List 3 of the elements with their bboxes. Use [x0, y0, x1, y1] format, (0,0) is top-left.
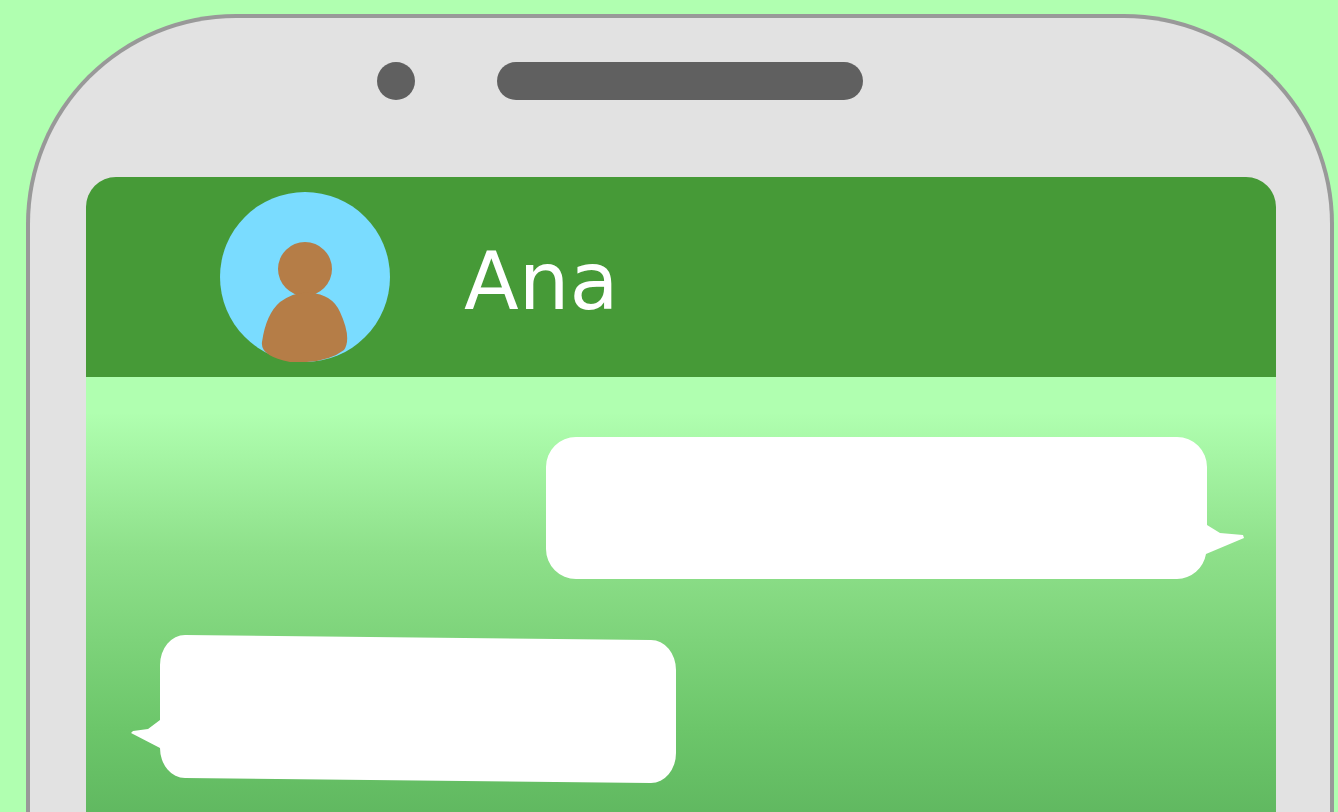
contact-name: Ana: [464, 234, 619, 328]
avatar-icon: [220, 192, 390, 362]
camera-dot: [377, 62, 415, 100]
